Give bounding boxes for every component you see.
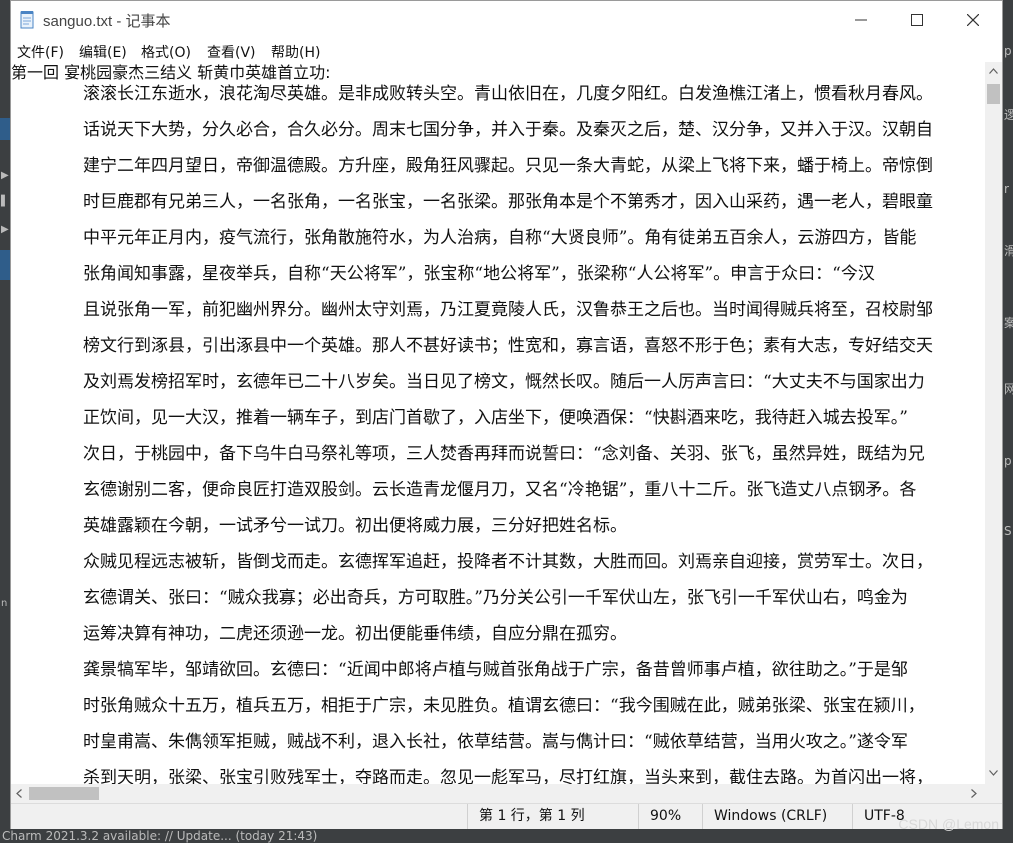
status-bar: 第 1 行，第 1 列 90% Windows (CRLF) UTF-8 — [11, 803, 1002, 829]
title-bar[interactable]: sanguo.txt - 记事本 — [11, 1, 1002, 39]
notepad-app-icon — [20, 11, 34, 29]
scroll-up-icon[interactable] — [989, 68, 998, 74]
text-line: 正饮间，见一大汉，推着一辆车子，到店门首歇了，入店坐下，便唤酒保：“快斟酒来吃，… — [83, 408, 908, 428]
text-line: 且说张角一军，前犯幽州界分。幽州太守刘焉，乃江夏竟陵人氏，汉鲁恭王之后也。当时闻… — [83, 300, 933, 320]
scroll-right-icon[interactable] — [971, 789, 977, 798]
text-line: 众贼见程远志被斩，皆倒戈而走。玄德挥军追赶，投降者不计其数，大胜而回。刘焉亲自迎… — [83, 552, 933, 572]
text-line: 时巨鹿郡有兄弟三人，一名张角，一名张宝，一名张梁。那张角本是个不第秀才，因入山采… — [83, 192, 933, 212]
close-icon — [967, 14, 979, 26]
minimize-button[interactable] — [838, 1, 884, 39]
text-line: 榜文行到涿县，引出涿县中一个英雄。那人不甚好读书；性宽和，寡言语，喜怒不形于色；… — [83, 336, 933, 356]
text-line: 运筹决算有神功，二虎还须逊一龙。初出便能垂伟绩，自应分鼎在孤穷。 — [83, 624, 627, 644]
text-line: 话说天下大势，分久必合，合久必分。周末七国分争，并入于秦。及秦灭之后，楚、汉分争… — [83, 120, 933, 140]
zoom-level: 90% — [638, 804, 702, 829]
cursor-position: 第 1 行，第 1 列 — [467, 804, 638, 829]
text-line: 杀到天明，张梁、张宝引败残军士，夺路而走。忽见一彪军马，尽打红旗，当头来到，截住… — [83, 768, 933, 784]
text-line: 次日，于桃园中，备下乌牛白马祭礼等项，三人焚香再拜而说誓曰：“念刘备、关羽、张飞… — [83, 444, 925, 464]
text-line: 及刘焉发榜招军时，玄德年已二十八岁矣。当日见了榜文，慨然长叹。随后一人厉声言曰：… — [83, 372, 925, 392]
text-line: 张角闻知事露，星夜举兵，自称“天公将军”，张宝称“地公将军”，张梁称“人公将军”… — [83, 264, 875, 284]
menu-format[interactable]: 格式(O) — [141, 42, 191, 62]
text-line: 时张角贼众十五万，植兵五万，相拒于广宗，未见胜负。植谓玄德曰：“我今围贼在此，贼… — [83, 696, 925, 716]
minimize-icon — [855, 19, 867, 21]
maximize-button[interactable] — [894, 1, 940, 39]
maximize-icon — [911, 14, 923, 26]
text-line: 玄德谓关、张曰：“贼众我寡；必出奇兵，方可取胜。”乃分关公引一千军伏山左，张飞引… — [83, 588, 908, 608]
ide-update-notice: Charm 2021.3.2 available: // Update... (… — [2, 829, 318, 843]
text-line: 中平元年正月内，疫气流行，张角散施符水，为人治病，自称“大贤良师”。角有徒弟五百… — [83, 228, 917, 248]
watermark: CSDN @Lemon — [898, 816, 999, 832]
scrollbar-corner — [985, 784, 1002, 803]
menu-bar: 文件(F) 编辑(E) 格式(O) 查看(V) 帮助(H) — [11, 39, 1002, 62]
background-ide-right-edge: p 逻 r 滑 案 网 p S — [1003, 0, 1013, 843]
text-line: 时皇甫嵩、朱儁领军拒贼，贼战不利，退入长社，依草结营。嵩与儁计曰：“贼依草结营，… — [83, 732, 908, 752]
background-ide-left-edge: ▶ ▌ ▶ n — [0, 0, 10, 843]
menu-view[interactable]: 查看(V) — [207, 42, 256, 62]
vertical-scroll-thumb[interactable] — [987, 84, 1000, 104]
window-title: sanguo.txt - 记事本 — [43, 13, 171, 30]
horizontal-scrollbar[interactable] — [11, 784, 985, 803]
notepad-window: sanguo.txt - 记事本 文件(F) 编辑(E) 格式(O) 查看(V)… — [10, 0, 1003, 829]
scroll-down-icon[interactable] — [989, 770, 998, 776]
line-ending: Windows (CRLF) — [702, 804, 852, 829]
close-button[interactable] — [950, 1, 996, 39]
text-editor-area[interactable]: 第一回 宴桃园豪杰三结义 斩黄巾英雄首立功: 滚滚长江东逝水，浪花淘尽英雄。是非… — [11, 62, 985, 784]
menu-file[interactable]: 文件(F) — [17, 42, 64, 62]
text-line: 英雄露颖在今朝，一试矛兮一试刀。初出便将威力展，三分好把姓名标。 — [83, 516, 627, 536]
text-line: 玄德谢别二客，便命良匠打造双股剑。云长造青龙偃月刀，又名“冷艳锯”，重八十二斤。… — [83, 480, 917, 500]
text-line: 建宁二年四月望日，帝御温德殿。方升座，殿角狂风骤起。只见一条大青蛇，从梁上飞将下… — [83, 156, 933, 176]
horizontal-scroll-thumb[interactable] — [29, 787, 99, 800]
background-ide-status-bar: Charm 2021.3.2 available: // Update... (… — [0, 829, 1013, 843]
vertical-scrollbar[interactable] — [985, 62, 1002, 784]
scroll-left-icon[interactable] — [16, 789, 22, 798]
text-line: 龚景犒军毕，邹靖欲回。玄德曰：“近闻中郎将卢植与贼首张角战于广宗，备昔曾师事卢植… — [83, 660, 908, 680]
text-line: 滚滚长江东逝水，浪花淘尽英雄。是非成败转头空。青山依旧在，几度夕阳红。白发渔樵江… — [83, 84, 933, 104]
menu-edit[interactable]: 编辑(E) — [79, 42, 127, 62]
menu-help[interactable]: 帮助(H) — [271, 42, 320, 62]
